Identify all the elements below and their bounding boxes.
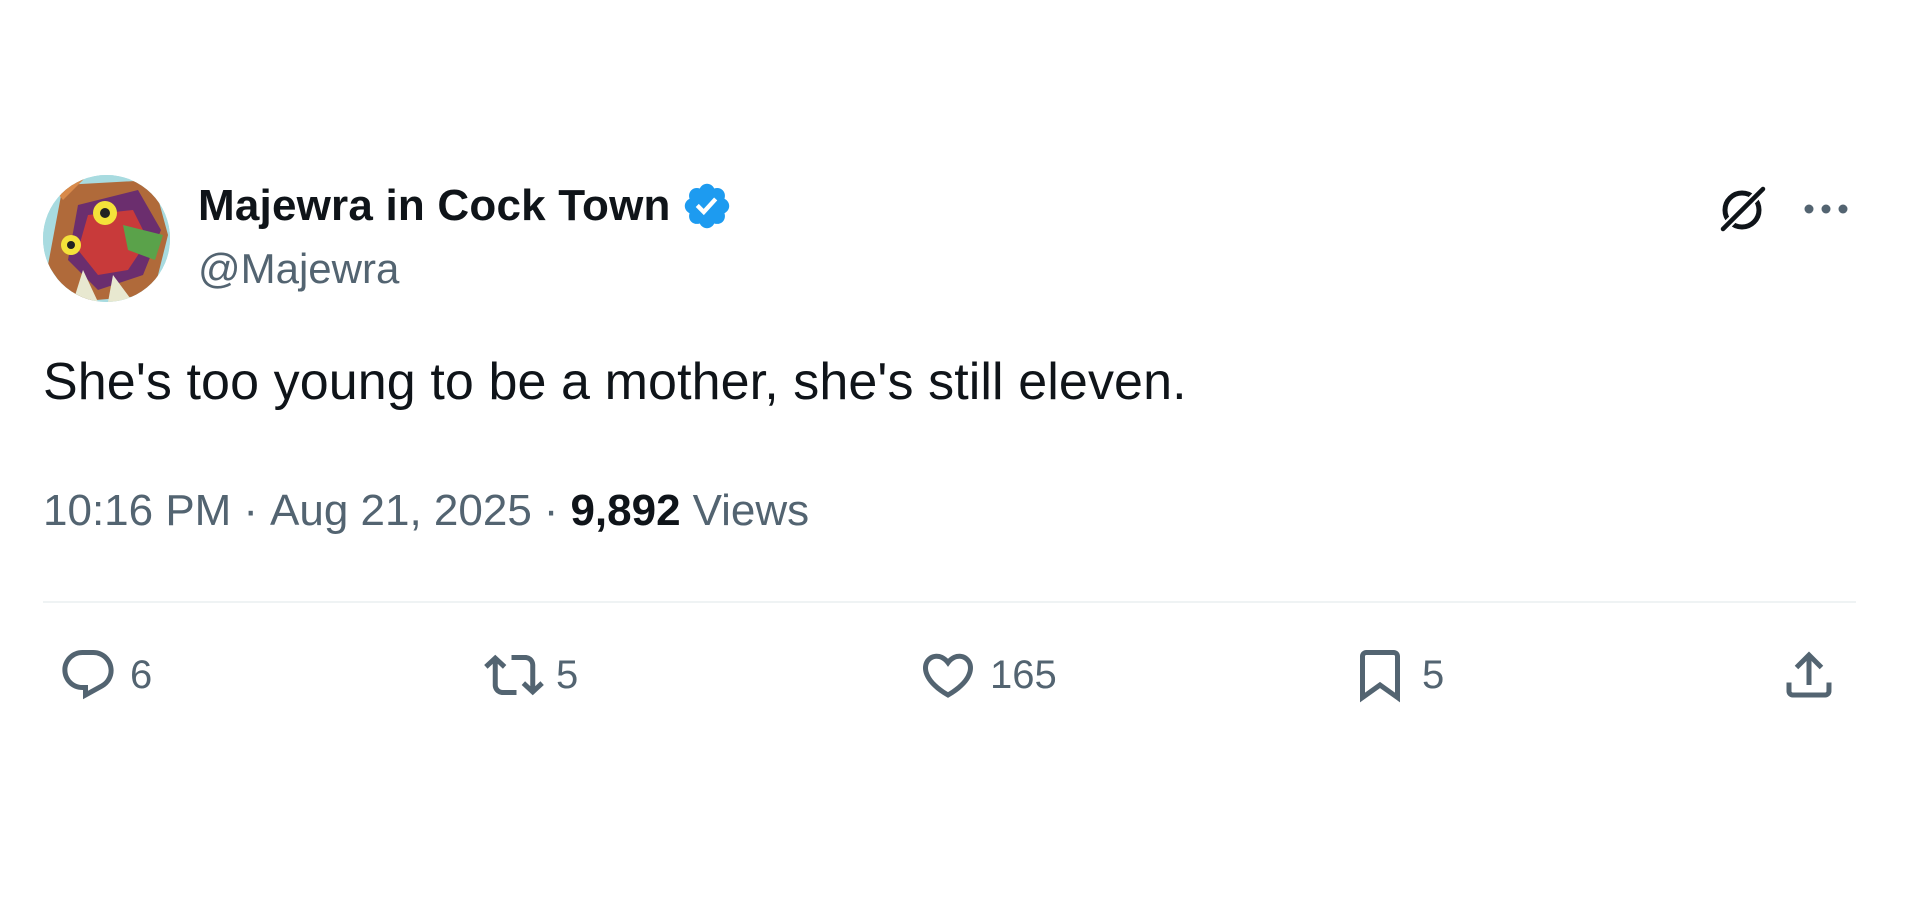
avatar-image: [43, 175, 170, 302]
avatar[interactable]: [43, 175, 170, 302]
bookmark-icon: [1348, 643, 1412, 707]
views-count[interactable]: 9,892: [570, 486, 680, 536]
meta-separator: ·: [543, 486, 559, 535]
tweet-time[interactable]: 10:16 PM: [43, 486, 231, 536]
reply-count: 6: [130, 652, 153, 697]
divider: [43, 601, 1856, 603]
more-options-button[interactable]: [1796, 189, 1856, 229]
views-label[interactable]: Views: [693, 486, 810, 536]
tweet-text: She's too young to be a mother, she's st…: [43, 353, 1187, 411]
repost-icon: [482, 643, 546, 707]
share-icon: [1777, 643, 1841, 707]
bookmark-button[interactable]: 5: [1348, 640, 1444, 710]
like-count: 165: [990, 652, 1057, 697]
reply-icon: [56, 643, 120, 707]
repost-button[interactable]: 5: [482, 640, 578, 710]
tweet-card: Majewra in Cock Town @Majewra She's too …: [43, 170, 1856, 730]
more-options-icon: [1804, 204, 1848, 214]
like-button[interactable]: 165: [916, 640, 1057, 710]
tweet-metadata: 10:16 PM · Aug 21, 2025 · 9,892 Views: [43, 486, 809, 536]
grok-icon: [1717, 183, 1769, 235]
author-name-row: Majewra in Cock Town: [198, 178, 733, 234]
author-display-name[interactable]: Majewra in Cock Town: [198, 181, 671, 231]
repost-count: 5: [556, 652, 579, 697]
engagement-bar: 6 5 165 5: [43, 640, 1856, 710]
meta-separator: ·: [243, 486, 258, 535]
tweet-header-actions: [1714, 180, 1856, 238]
heart-icon: [916, 643, 980, 707]
author-handle[interactable]: @Majewra: [198, 245, 399, 293]
share-button[interactable]: [1777, 640, 1841, 710]
verified-badge-icon[interactable]: [681, 180, 733, 232]
bookmark-count: 5: [1422, 652, 1445, 697]
reply-button[interactable]: 6: [56, 640, 152, 710]
grok-button[interactable]: [1714, 180, 1772, 238]
tweet-date[interactable]: Aug 21, 2025: [270, 486, 532, 536]
